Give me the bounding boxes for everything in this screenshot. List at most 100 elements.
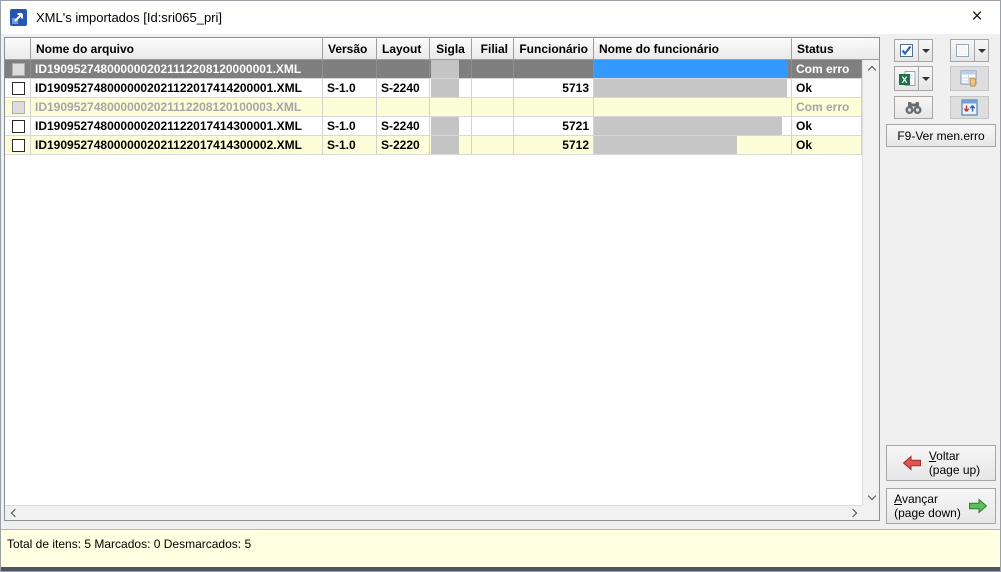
cell-file-name: ID1909527480000002021112208120000001.XML (31, 60, 323, 78)
column-header-file-name[interactable]: Nome do arquivo (31, 38, 323, 60)
cell-versao (323, 60, 377, 78)
cell-layout: S-2240 (377, 79, 430, 97)
cell-sigla (430, 98, 472, 116)
redacted-sigla-block (431, 136, 459, 154)
dropdown-caret-icon (922, 77, 930, 81)
binoculars-icon (904, 100, 923, 115)
column-header-filial[interactable]: Filial (472, 38, 514, 60)
grid-hand-icon (960, 70, 979, 87)
xml-grid: Nome do arquivo Versão Layout Sigla Fili… (4, 37, 880, 521)
column-header-status[interactable]: Status (792, 38, 862, 60)
redacted-employee-name (594, 79, 787, 97)
cell-file-name: ID1909527480000002021122017414200001.XML (31, 79, 323, 97)
row-checkbox-cell[interactable] (5, 117, 31, 135)
redacted-sigla-block (431, 79, 459, 97)
search-button[interactable] (894, 96, 933, 119)
scroll-up-button[interactable] (863, 60, 880, 77)
redacted-sigla-block (431, 117, 459, 135)
f9-view-error-button[interactable]: F9-Ver men.erro (886, 124, 996, 147)
cell-sigla (430, 60, 472, 78)
row-checkbox-cell[interactable] (5, 60, 31, 78)
grid-header-row: Nome do arquivo Versão Layout Sigla Fili… (5, 38, 862, 60)
voltar-page-up-button[interactable]: Voltar (page up) (886, 445, 996, 481)
column-header-versao[interactable]: Versão (323, 38, 377, 60)
grid-edit-button[interactable] (950, 66, 989, 91)
checkbox-disabled-icon (12, 101, 25, 114)
check-all-button[interactable] (894, 39, 919, 62)
red-arrow-left-icon (902, 455, 922, 471)
adjust-columns-icon (961, 99, 978, 116)
cell-sigla (430, 117, 472, 135)
table-row[interactable]: ID1909527480000002021122017414300001.XML… (5, 117, 862, 136)
vertical-scrollbar[interactable] (862, 60, 879, 505)
adjust-columns-button[interactable] (950, 96, 989, 119)
cell-layout: S-2240 (377, 117, 430, 135)
export-excel-button[interactable]: X (894, 66, 919, 91)
cell-funcionario: 5712 (514, 136, 594, 154)
cell-employee-name (594, 60, 792, 78)
column-header-check[interactable] (5, 38, 31, 60)
cell-employee-name (594, 117, 792, 135)
header-corner (862, 38, 879, 60)
row-checkbox-cell[interactable] (5, 136, 31, 154)
redacted-sigla-block (431, 60, 459, 78)
checkbox-unchecked-icon[interactable] (12, 82, 25, 95)
svg-text:X: X (901, 74, 907, 84)
cell-filial (472, 98, 514, 116)
scrollbar-corner (862, 505, 879, 520)
close-button[interactable]: × (954, 1, 1000, 33)
green-arrow-right-icon (968, 498, 988, 514)
cell-file-name: ID1909527480000002021122017414300001.XML (31, 117, 323, 135)
row-checkbox-cell[interactable] (5, 98, 31, 116)
table-row[interactable]: ID1909527480000002021112208120000001.XML… (5, 60, 862, 79)
row-checkbox-cell[interactable] (5, 79, 31, 97)
check-all-icon (900, 44, 913, 57)
cell-status: Com erro (792, 60, 862, 78)
cell-filial (472, 117, 514, 135)
column-header-layout[interactable]: Layout (377, 38, 430, 60)
scroll-right-button[interactable] (845, 506, 862, 520)
uncheck-all-button[interactable] (950, 39, 975, 62)
cell-versao: S-1.0 (323, 79, 377, 97)
cell-funcionario (514, 98, 594, 116)
dropdown-caret-icon (922, 49, 930, 53)
cell-employee-name (594, 98, 792, 116)
chevron-up-icon (867, 66, 875, 74)
cell-filial (472, 136, 514, 154)
cell-layout (377, 60, 430, 78)
checkbox-unchecked-icon[interactable] (12, 120, 25, 133)
column-header-employee-name[interactable]: Nome do funcionário (594, 38, 792, 60)
cell-status: Ok (792, 79, 862, 97)
scroll-left-button[interactable] (5, 506, 22, 520)
cell-versao (323, 98, 377, 116)
cell-funcionario (514, 60, 594, 78)
horizontal-scrollbar[interactable] (5, 505, 862, 520)
redacted-employee-name (594, 117, 782, 135)
column-header-sigla[interactable]: Sigla (430, 38, 472, 60)
column-header-funcionario[interactable]: Funcionário (514, 38, 594, 60)
avancar-page-down-button[interactable]: Avançar (page down) (886, 488, 996, 524)
cell-funcionario: 5713 (514, 79, 594, 97)
checkbox-unchecked-icon[interactable] (12, 139, 25, 152)
redacted-employee-name (594, 136, 737, 154)
status-bar: Total de itens: 5 Marcados: 0 Desmarcado… (1, 529, 1000, 568)
uncheck-all-dropdown[interactable] (974, 39, 989, 62)
app-chart-arrow-icon (10, 9, 27, 26)
checkbox-disabled-icon (12, 63, 25, 76)
scroll-down-button[interactable] (863, 488, 880, 505)
table-row[interactable]: ID1909527480000002021122017414200001.XML… (5, 79, 862, 98)
cell-versao: S-1.0 (323, 117, 377, 135)
dropdown-caret-icon (978, 49, 986, 53)
grid-body: ID1909527480000002021112208120000001.XML… (5, 60, 862, 505)
avancar-label: Avançar (page down) (894, 492, 961, 520)
cell-funcionario: 5721 (514, 117, 594, 135)
chevron-down-icon (867, 491, 875, 499)
table-row[interactable]: ID1909527480000002021112208120100003.XML… (5, 98, 862, 117)
export-excel-dropdown[interactable] (918, 66, 933, 91)
table-row[interactable]: ID1909527480000002021122017414300002.XML… (5, 136, 862, 155)
check-all-dropdown[interactable] (918, 39, 933, 62)
cell-filial (472, 79, 514, 97)
chevron-right-icon (848, 509, 856, 517)
uncheck-all-icon (956, 44, 969, 57)
voltar-label: Voltar (page up) (929, 449, 980, 477)
